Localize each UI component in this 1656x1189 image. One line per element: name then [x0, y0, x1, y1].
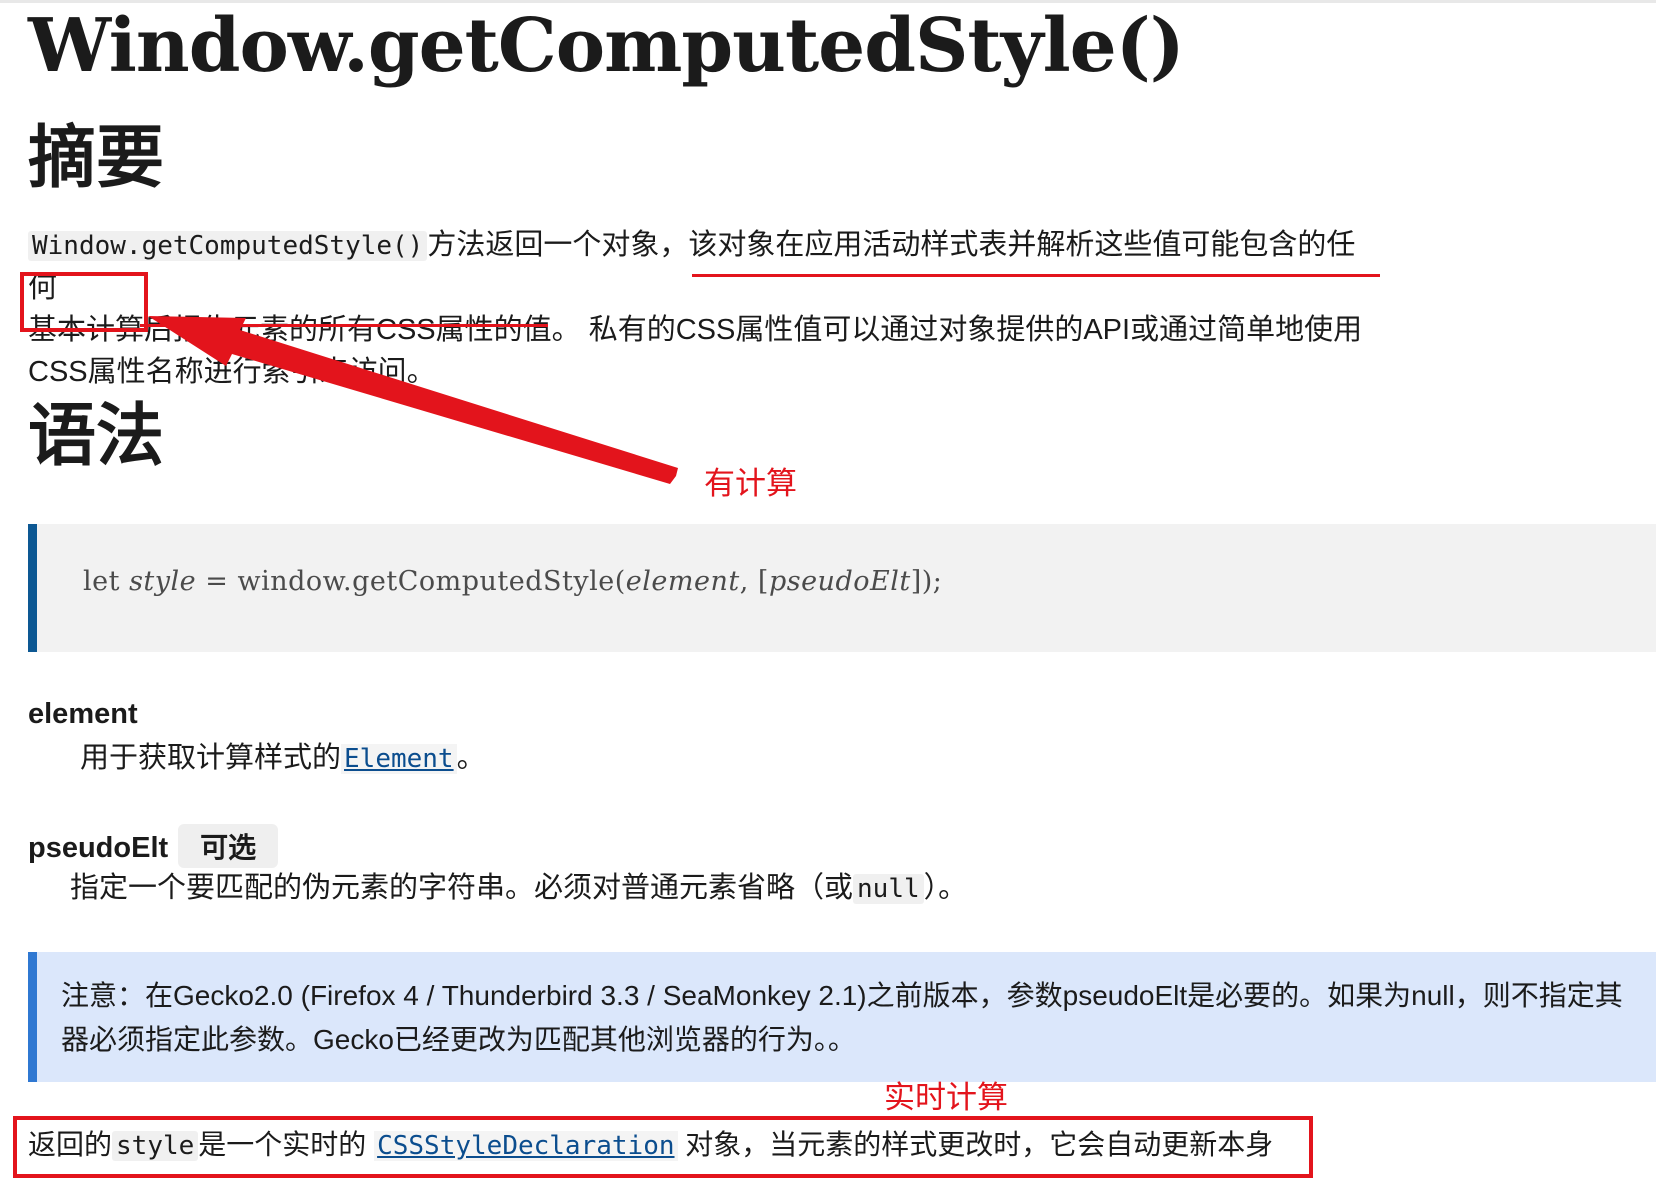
annotation-label-live: 实时计算 — [884, 1080, 1008, 1115]
arrow-annotation — [148, 316, 678, 484]
annotation-label-computed: 有计算 — [704, 466, 797, 501]
arrow-shape — [148, 316, 678, 484]
